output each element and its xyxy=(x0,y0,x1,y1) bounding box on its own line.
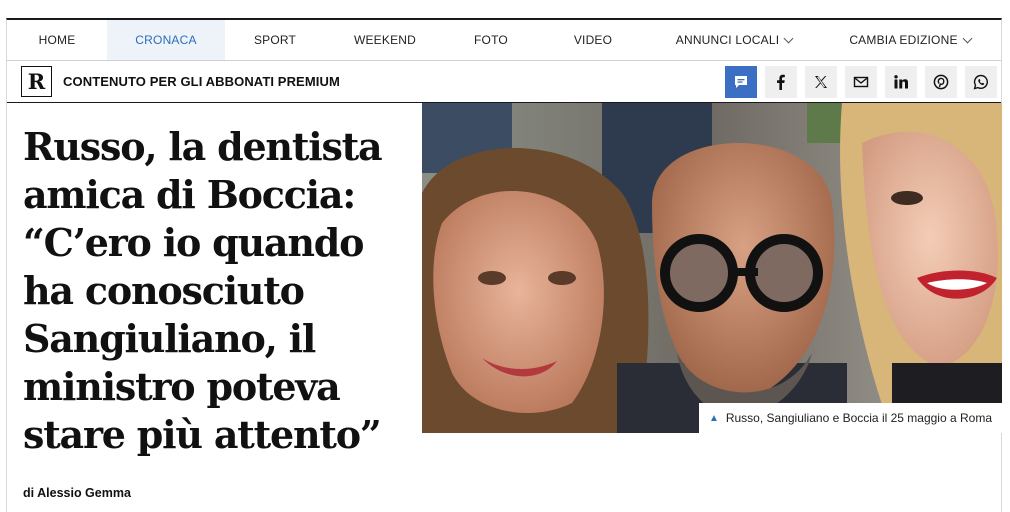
nav-cronaca-label: CRONACA xyxy=(135,33,197,47)
nav-home-label: HOME xyxy=(38,33,76,47)
caption-text: Russo, Sangiuliano e Boccia il 25 maggio… xyxy=(725,411,992,425)
email-button[interactable] xyxy=(845,65,877,98)
x-icon xyxy=(815,75,827,88)
article-photo[interactable]: ▲ Russo, Sangiuliano e Boccia il 25 magg… xyxy=(422,103,1002,433)
comment-button[interactable] xyxy=(725,65,757,98)
share-toolbar xyxy=(725,65,997,98)
nav-foto[interactable]: FOTO xyxy=(445,20,537,60)
nav-home[interactable]: HOME xyxy=(7,20,107,60)
logo-letter: R xyxy=(27,69,46,94)
photo-caption: ▲ Russo, Sangiuliano e Boccia il 25 magg… xyxy=(698,403,1002,433)
nav-annunci-label: ANNUNCI LOCALI xyxy=(675,33,780,47)
nav-sport-label: SPORT xyxy=(253,33,297,47)
nav-cambia-edizione[interactable]: CAMBIA EDIZIONE xyxy=(819,20,1001,60)
comment-icon xyxy=(735,75,747,88)
nav-annunci-locali[interactable]: ANNUNCI LOCALI xyxy=(649,20,819,60)
selfie-photo-illustration xyxy=(422,103,1002,433)
nav-video-label: VIDEO xyxy=(573,33,613,47)
chevron-down-icon xyxy=(962,33,973,43)
premium-bar: R CONTENUTO PER GLI ABBONATI PREMIUM xyxy=(7,61,1001,103)
nav-weekend[interactable]: WEEKEND xyxy=(325,20,445,60)
chevron-down-icon xyxy=(783,33,794,43)
caption-triangle-icon: ▲ xyxy=(708,412,719,424)
whatsapp-button[interactable] xyxy=(965,65,997,98)
main-nav: HOME CRONACA SPORT WEEKEND FOTO VIDEO AN… xyxy=(7,20,1001,61)
email-icon xyxy=(853,76,869,87)
nav-weekend-label: WEEKEND xyxy=(353,33,417,47)
page-frame: HOME CRONACA SPORT WEEKEND FOTO VIDEO AN… xyxy=(6,18,1002,512)
nav-video[interactable]: VIDEO xyxy=(537,20,649,60)
facebook-button[interactable] xyxy=(765,65,797,98)
pinterest-icon xyxy=(933,74,949,89)
nav-cambia-label: CAMBIA EDIZIONE xyxy=(849,33,958,47)
linkedin-icon xyxy=(894,74,908,88)
nav-cronaca[interactable]: CRONACA xyxy=(107,20,225,60)
x-button[interactable] xyxy=(805,65,837,98)
linkedin-button[interactable] xyxy=(885,65,917,98)
premium-label: CONTENUTO PER GLI ABBONATI PREMIUM xyxy=(63,74,340,89)
article-byline[interactable]: di Alessio Gemma xyxy=(23,486,131,500)
nav-sport[interactable]: SPORT xyxy=(225,20,325,60)
nav-foto-label: FOTO xyxy=(474,33,508,47)
article-headline: Russo, la dentista amica di Boccia: “C’e… xyxy=(23,124,383,457)
pinterest-button[interactable] xyxy=(925,65,957,98)
whatsapp-icon xyxy=(973,74,988,89)
repubblica-logo[interactable]: R xyxy=(21,66,52,97)
facebook-icon xyxy=(777,74,785,90)
